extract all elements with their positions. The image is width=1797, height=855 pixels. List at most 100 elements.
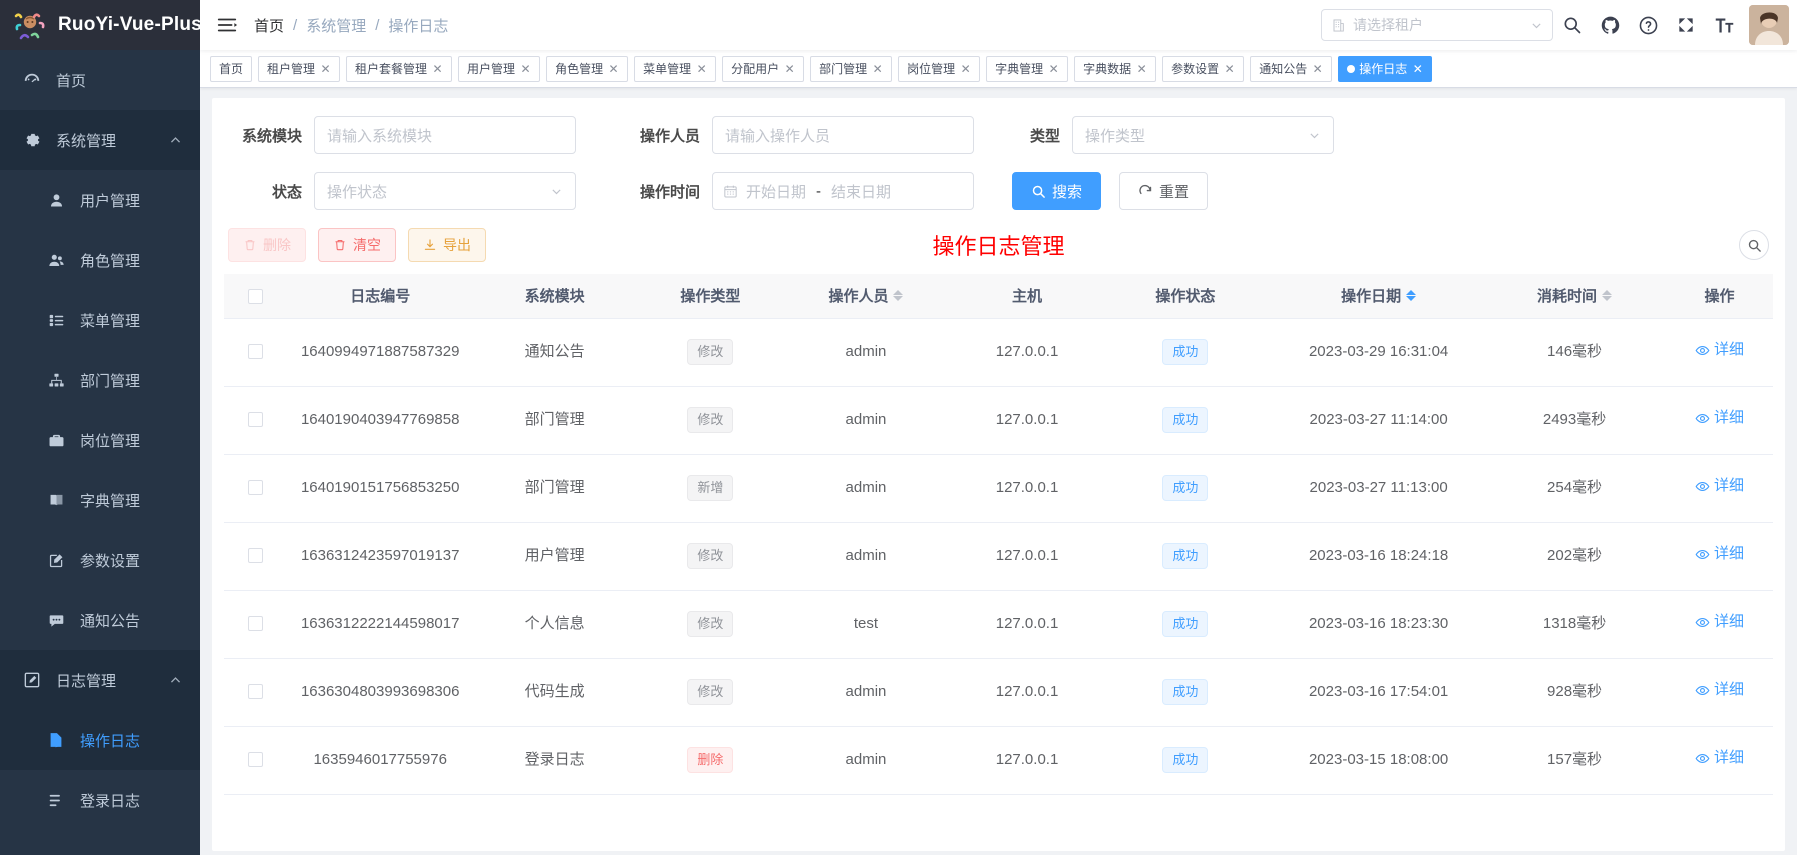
type-select[interactable]: 操作类型 [1072,116,1334,154]
export-button[interactable]: 导出 [408,228,486,262]
sort-icon[interactable] [893,290,904,302]
tag-dict-data[interactable]: 字典数据 ✕ [1074,55,1157,82]
sidebar-item-dept-mgmt[interactable]: 部门管理 [0,350,200,410]
sort-icon[interactable] [1602,290,1613,302]
fullscreen-icon[interactable] [1667,0,1705,50]
row-checkbox[interactable] [247,616,263,632]
help-icon[interactable] [1629,0,1667,50]
sidebar-item-dict-mgmt[interactable]: 字典管理 [0,470,200,530]
date-range-picker[interactable]: 开始日期 - 结束日期 [712,172,974,210]
tag-home[interactable]: 首页 [210,55,253,82]
row-checkbox[interactable] [247,684,263,700]
clear-button[interactable]: 清空 [318,228,396,262]
sidebar-item-menu-mgmt[interactable]: 菜单管理 [0,290,200,350]
detail-button[interactable]: 详细 [1695,339,1744,362]
detail-button[interactable]: 详细 [1695,475,1744,498]
sidebar-item-user-mgmt[interactable]: 用户管理 [0,170,200,230]
row-checkbox[interactable] [247,752,263,768]
sidebar-item-oper-log[interactable]: 操作日志 [0,710,200,770]
app-main: 系统模块 请输入系统模块 操作人员 请输入操作人员 类型 操作类型 状态 操作状… [200,88,1797,855]
tag-post-mgmt[interactable]: 岗位管理 ✕ [898,55,981,82]
delete-button[interactable]: 删除 [228,228,306,262]
row-checkbox[interactable] [247,480,263,496]
close-icon[interactable]: ✕ [696,56,707,82]
sidebar-item-post-mgmt[interactable]: 岗位管理 [0,410,200,470]
detail-button[interactable]: 详细 [1695,543,1744,566]
tag-tenant-package[interactable]: 租户套餐管理 ✕ [346,55,453,82]
detail-button[interactable]: 详细 [1695,611,1744,634]
close-icon[interactable]: ✕ [1048,56,1059,82]
table-row[interactable]: 1640190403947769858 部门管理 修改 admin 127.0.… [224,386,1773,455]
sort-icon-active[interactable] [1406,290,1417,302]
detail-button[interactable]: 详细 [1695,679,1744,702]
status-label: 状态 [271,183,302,201]
breadcrumb-item-system[interactable]: 系统管理 [306,15,366,36]
col-header-operator[interactable]: 操作人员 [785,274,947,319]
row-select-cell [224,590,287,659]
search-form: 系统模块 请输入系统模块 操作人员 请输入操作人员 类型 操作类型 状态 操作状… [224,112,1773,210]
search-button[interactable]: 搜索 [1012,172,1102,210]
tag-role-mgmt[interactable]: 角色管理 ✕ [546,55,629,82]
search-toggle-button[interactable] [1739,230,1769,260]
sidebar-group-system[interactable]: 系统管理 [0,110,200,170]
tag-dict-mgmt[interactable]: 字典管理 ✕ [986,55,1069,82]
type-badge: 删除 [687,747,734,773]
col-header-date[interactable]: 操作日期 [1263,274,1495,319]
select-all-checkbox[interactable] [247,288,263,304]
sidebar-item-params[interactable]: 参数设置 [0,530,200,590]
avatar[interactable] [1749,5,1789,45]
row-checkbox[interactable] [247,344,263,360]
tag-menu-mgmt[interactable]: 菜单管理 ✕ [634,55,717,82]
close-icon[interactable]: ✕ [1136,56,1147,82]
col-header-cost[interactable]: 消耗时间 [1494,274,1656,319]
close-icon[interactable]: ✕ [1412,56,1423,82]
status-select[interactable]: 操作状态 [314,172,576,210]
close-icon[interactable]: ✕ [1224,56,1235,82]
close-icon[interactable]: ✕ [872,56,883,82]
operator-input[interactable]: 请输入操作人员 [712,116,974,154]
sidebar-item-home[interactable]: 首页 [0,50,200,110]
sidebar-logo[interactable]: RuoYi-Vue-Plus [0,0,200,50]
row-checkbox[interactable] [247,412,263,428]
cell-module: 代码生成 [474,658,636,727]
close-icon[interactable]: ✕ [960,56,971,82]
sidebar-item-label: 系统管理 [56,132,117,150]
tag-notice[interactable]: 通知公告 ✕ [1250,55,1333,82]
tag-tenant-mgmt[interactable]: 租户管理 ✕ [258,55,341,82]
table-row[interactable]: 1636312222144598017 个人信息 修改 test 127.0.0… [224,590,1773,659]
row-checkbox[interactable] [247,548,263,564]
sidebar-item-role-mgmt[interactable]: 角色管理 [0,230,200,290]
tag-params[interactable]: 参数设置 ✕ [1162,55,1245,82]
post-icon [44,432,68,449]
module-input[interactable]: 请输入系统模块 [314,116,576,154]
close-icon[interactable]: ✕ [320,56,331,82]
tag-assign-user[interactable]: 分配用户 ✕ [722,55,805,82]
table-row[interactable]: 1636312423597019137 用户管理 修改 admin 127.0.… [224,522,1773,591]
table-row[interactable]: 1636304803993698306 代码生成 修改 admin 127.0.… [224,658,1773,727]
github-icon[interactable] [1591,0,1629,50]
close-icon[interactable]: ✕ [520,56,531,82]
font-size-icon[interactable] [1705,0,1743,50]
table-row[interactable]: 1635946017755976 登录日志 删除 admin 127.0.0.1… [224,726,1773,795]
table-row[interactable]: 1640190151756853250 部门管理 新增 admin 127.0.… [224,454,1773,523]
close-icon[interactable]: ✕ [432,56,443,82]
tag-user-mgmt[interactable]: 用户管理 ✕ [458,55,541,82]
operator-placeholder: 请输入操作人员 [725,127,831,145]
sidebar-item-notice[interactable]: 通知公告 [0,590,200,650]
sidebar-group-log[interactable]: 日志管理 [0,650,200,710]
reset-button[interactable]: 重置 [1119,172,1209,210]
tag-oper-log[interactable]: 操作日志 ✕ [1338,55,1433,82]
tag-dept-mgmt[interactable]: 部门管理 ✕ [810,55,893,82]
tenant-select[interactable]: 请选择租户 [1321,9,1553,41]
search-icon[interactable] [1553,0,1591,50]
hamburger-icon[interactable] [200,14,254,36]
sidebar-item-login-log[interactable]: 登录日志 [0,770,200,830]
detail-button[interactable]: 详细 [1695,407,1744,430]
form-item-status: 状态 操作状态 [228,172,576,210]
detail-button[interactable]: 详细 [1695,747,1744,770]
start-date-placeholder: 开始日期 [746,183,807,201]
close-icon[interactable]: ✕ [1312,56,1323,82]
close-icon[interactable]: ✕ [608,56,619,82]
close-icon[interactable]: ✕ [784,56,795,82]
table-row[interactable]: 1640994971887587329 通知公告 修改 admin 127.0.… [224,318,1773,387]
